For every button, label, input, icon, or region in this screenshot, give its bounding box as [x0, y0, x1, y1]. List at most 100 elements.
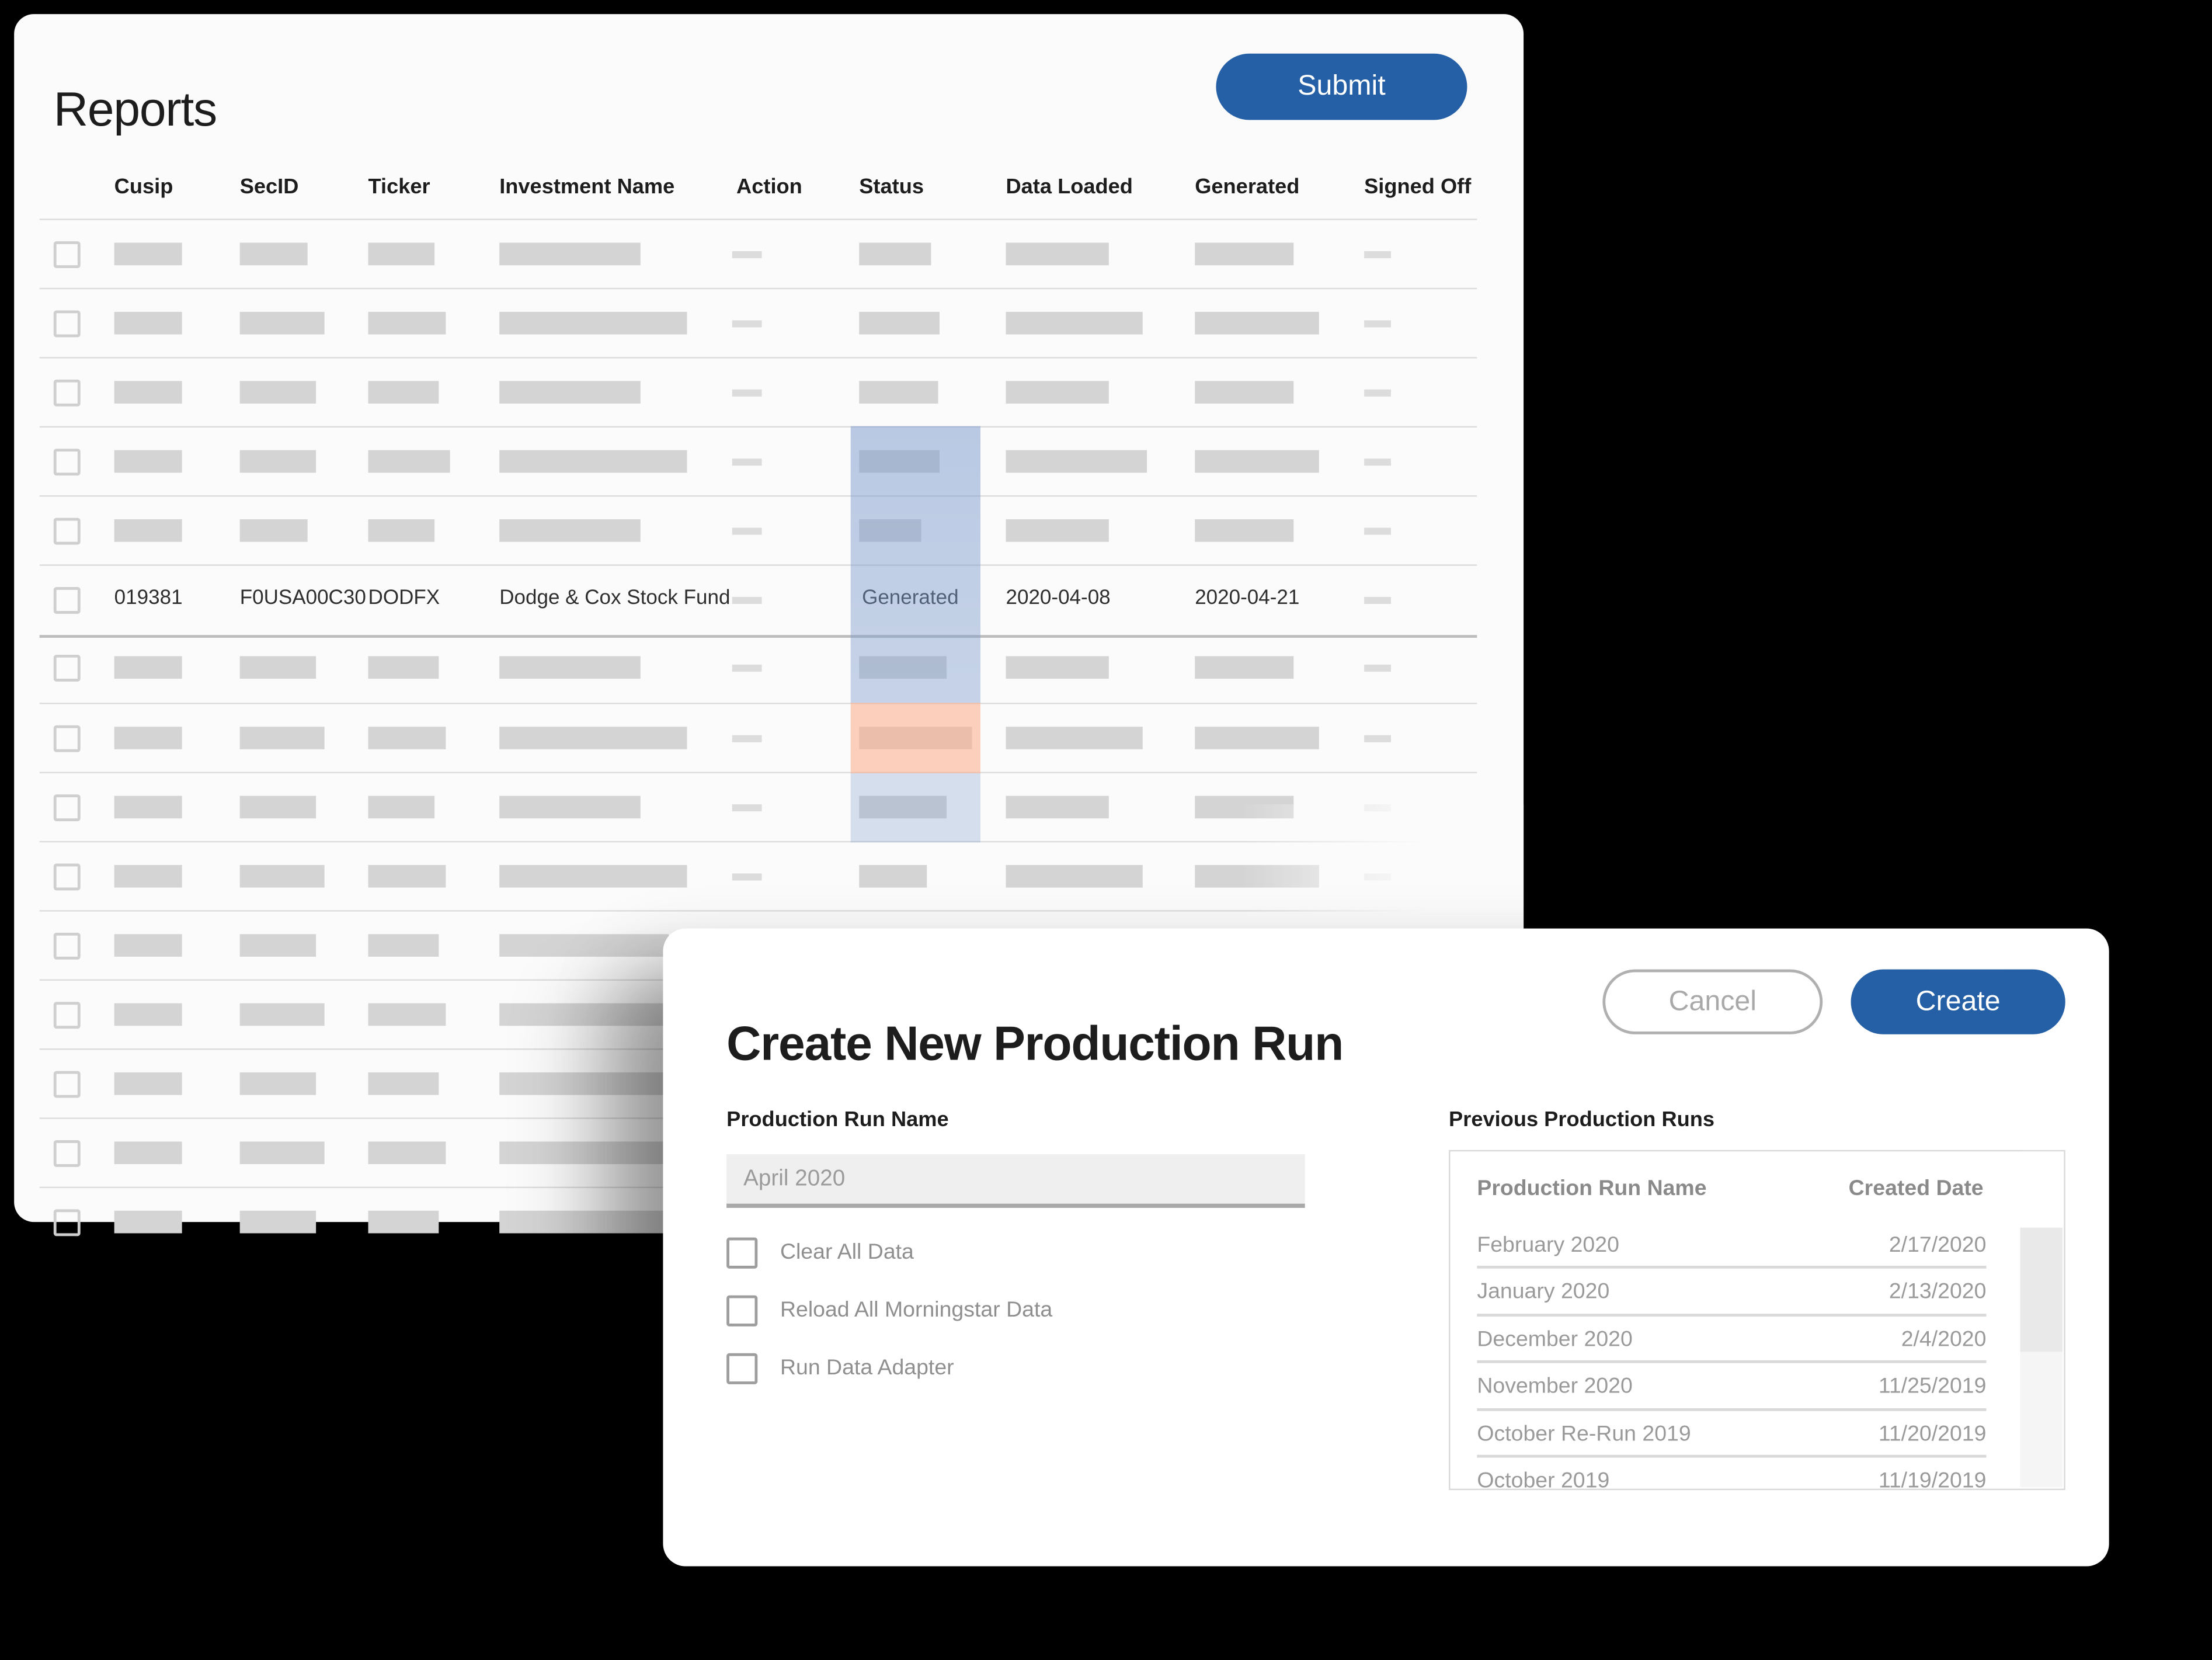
table-row — [40, 218, 1477, 289]
signed-off-dash — [1364, 390, 1391, 397]
cancel-button[interactable]: Cancel — [1602, 970, 1823, 1034]
row-checkbox[interactable] — [54, 1071, 81, 1098]
previous-run-row[interactable]: December 20202/4/2020 — [1477, 1316, 1986, 1363]
previous-runs-col-name: Production Run Name — [1477, 1165, 1706, 1213]
status-placeholder — [859, 450, 940, 473]
investment-name-placeholder — [499, 934, 669, 957]
run-created-date: 11/20/2019 — [1879, 1411, 1987, 1458]
previous-runs-col-date: Created Date — [1849, 1165, 1984, 1213]
action-dash — [732, 528, 762, 535]
previous-run-row[interactable]: October 201911/19/2019 — [1477, 1458, 1986, 1505]
row-checkbox[interactable] — [54, 725, 81, 752]
row-checkbox[interactable] — [54, 655, 81, 682]
cusip-placeholder — [114, 450, 182, 473]
table-header-row: CusipSecIDTickerInvestment NameActionSta… — [40, 162, 1477, 213]
production-run-name-input[interactable] — [726, 1154, 1305, 1208]
create-button[interactable]: Create — [1851, 970, 2065, 1034]
signed-off-dash — [1364, 597, 1391, 604]
investment-name-placeholder — [499, 1211, 669, 1234]
ticker-placeholder — [368, 1211, 439, 1234]
secid-placeholder — [240, 865, 325, 888]
checkbox[interactable] — [726, 1353, 757, 1384]
ticker-placeholder — [368, 656, 439, 679]
row-checkbox[interactable] — [54, 241, 81, 268]
action-dash — [732, 873, 762, 880]
previous-runs-heading: Previous Production Runs — [1449, 1107, 1714, 1131]
data-loaded-placeholder — [1006, 727, 1142, 749]
row-checkbox[interactable] — [54, 794, 81, 821]
signed-off-dash — [1364, 804, 1391, 811]
investment-name-placeholder — [499, 1072, 669, 1095]
action-dash — [732, 251, 762, 258]
investment-name-placeholder — [499, 656, 641, 679]
data-loaded-placeholder — [1006, 243, 1108, 266]
row-checkbox[interactable] — [54, 449, 81, 475]
secid-placeholder — [240, 796, 316, 819]
secid-placeholder — [240, 1003, 325, 1026]
previous-run-row[interactable]: October Re-Run 2019 11/20/2019 — [1477, 1411, 1986, 1458]
ticker-placeholder — [368, 796, 435, 819]
status-placeholder — [859, 727, 972, 749]
column-header-investment-name: Investment Name — [499, 162, 674, 213]
cusip-placeholder — [114, 1003, 182, 1026]
column-header-cusip: Cusip — [114, 162, 173, 213]
row-checkbox[interactable] — [54, 587, 81, 614]
secid-placeholder — [240, 1211, 316, 1234]
checkbox[interactable] — [726, 1238, 757, 1269]
action-dash — [732, 597, 762, 604]
signed-off-dash — [1364, 320, 1391, 327]
data-loaded-placeholder — [1006, 796, 1108, 819]
table-row — [40, 288, 1477, 359]
checkbox-label: Clear All Data — [780, 1238, 914, 1269]
cusip-placeholder — [114, 1141, 182, 1164]
data-loaded-placeholder — [1006, 312, 1142, 335]
row-checkbox[interactable] — [54, 1140, 81, 1167]
secid-cell: F0USA00C30 — [240, 566, 366, 633]
row-checkbox[interactable] — [54, 518, 81, 545]
investment-name-placeholder — [499, 727, 687, 749]
status-placeholder — [859, 796, 947, 819]
run-name: October Re-Run 2019 — [1477, 1422, 1691, 1446]
column-header-generated: Generated — [1195, 162, 1299, 213]
investment-name-placeholder — [499, 450, 687, 473]
scrollbar-thumb[interactable] — [2019, 1228, 2061, 1352]
investment-name-placeholder — [499, 865, 687, 888]
previous-run-row[interactable]: January 20202/13/2020 — [1477, 1269, 1986, 1316]
cusip-placeholder — [114, 1072, 182, 1095]
status-placeholder — [859, 243, 931, 266]
modal-title: Create New Production Run — [726, 1017, 1343, 1072]
data-loaded-placeholder — [1006, 519, 1108, 542]
row-checkbox[interactable] — [54, 380, 81, 407]
action-dash — [732, 665, 762, 672]
run-name: February 2020 — [1477, 1232, 1619, 1256]
action-dash — [732, 804, 762, 811]
previous-run-row[interactable]: November 202011/25/2019 — [1477, 1363, 1986, 1411]
row-checkbox[interactable] — [54, 933, 81, 960]
secid-placeholder — [240, 1072, 316, 1095]
generated-placeholder — [1195, 519, 1293, 542]
row-checkbox[interactable] — [54, 1209, 81, 1236]
table-row — [40, 634, 1477, 703]
action-dash — [732, 320, 762, 327]
status-placeholder — [859, 656, 947, 679]
ticker-placeholder — [368, 1003, 446, 1026]
action-dash — [732, 735, 762, 742]
row-checkbox[interactable] — [54, 310, 81, 337]
status-placeholder — [859, 865, 927, 888]
ticker-placeholder — [368, 865, 446, 888]
checkbox-label: Reload All Morningstar Data — [780, 1296, 1052, 1326]
checkbox[interactable] — [726, 1296, 757, 1326]
ticker-placeholder — [368, 450, 450, 473]
signed-off-dash — [1364, 665, 1391, 672]
ticker-placeholder — [368, 243, 435, 266]
scrollbar[interactable] — [2019, 1151, 2061, 1487]
run-name: December 2020 — [1477, 1327, 1632, 1351]
table-row — [40, 841, 1477, 912]
row-checkbox[interactable] — [54, 1002, 81, 1029]
secid-placeholder — [240, 934, 316, 957]
previous-run-row[interactable]: February 20202/17/2020 — [1477, 1221, 1986, 1269]
secid-placeholder — [240, 727, 325, 749]
submit-button[interactable]: Submit — [1216, 54, 1467, 120]
generated-cell: 2020-04-21 — [1195, 566, 1299, 633]
row-checkbox[interactable] — [54, 863, 81, 890]
